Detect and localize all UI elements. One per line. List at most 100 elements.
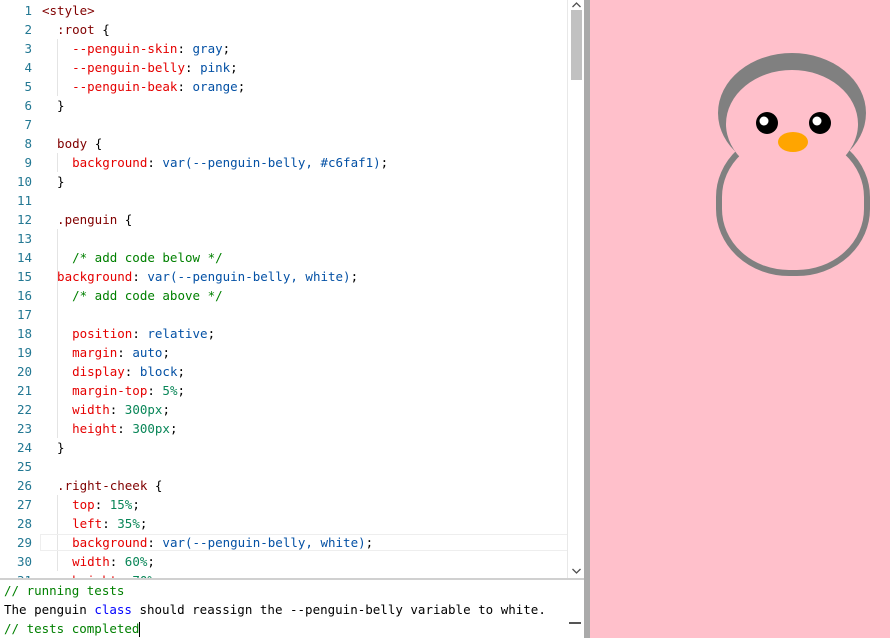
editor-scrollbar[interactable] <box>567 0 584 578</box>
code-line[interactable]: } <box>42 438 65 457</box>
editor-scrollbar-thumb[interactable] <box>571 10 582 80</box>
code-token: --penguin-belly <box>42 60 185 75</box>
code-line[interactable]: .right-cheek { <box>42 476 162 495</box>
code-token: : <box>132 326 148 341</box>
code-token: /* add code below */ <box>42 250 223 265</box>
line-number: 9 <box>24 155 32 170</box>
code-token: ; <box>350 269 359 284</box>
line-number: 16 <box>16 288 32 303</box>
line-number: 3 <box>24 41 32 56</box>
code-line[interactable]: /* add code below */ <box>42 248 223 267</box>
penguin-right-eye-shine <box>812 116 822 126</box>
line-number: 17 <box>16 307 32 322</box>
code-token: ; <box>132 497 140 512</box>
code-token: width <box>42 554 110 569</box>
console-scrollbar-thumb[interactable] <box>569 622 581 624</box>
code-line[interactable]: width: 300px; <box>42 400 170 419</box>
code-token: ; <box>162 402 170 417</box>
code-token: { <box>102 22 110 37</box>
code-token: width <box>42 402 110 417</box>
code-token: { <box>94 136 103 151</box>
code-token: auto <box>132 345 163 360</box>
code-line[interactable]: background: var(--penguin-belly, #c6faf1… <box>42 153 388 172</box>
line-number: 6 <box>24 98 32 113</box>
code-line[interactable]: <style> <box>42 1 95 20</box>
code-line[interactable]: display: block; <box>42 362 185 381</box>
code-token: var(--penguin-belly, #c6faf1) <box>162 155 381 170</box>
code-line[interactable]: margin-top: 5%; <box>42 381 185 400</box>
line-number: 24 <box>16 440 32 455</box>
code-line[interactable]: height: 300px; <box>42 419 177 438</box>
code-token: 300px <box>132 421 170 436</box>
code-token: var(--penguin-belly, white) <box>147 269 351 284</box>
code-token: ; <box>380 155 389 170</box>
code-line[interactable]: height: 70%; <box>42 571 162 578</box>
code-token: top <box>42 497 95 512</box>
line-number: 15 <box>16 269 32 284</box>
code-line[interactable]: --penguin-beak: orange; <box>42 77 245 96</box>
code-line[interactable]: margin: auto; <box>42 343 170 362</box>
console-scrollbar[interactable] <box>567 580 584 638</box>
code-token: 35% <box>117 516 140 531</box>
code-token: orange <box>192 79 238 94</box>
line-number: 11 <box>16 193 32 208</box>
line-number: 27 <box>16 497 32 512</box>
console-tests-completed: // tests completed <box>4 621 140 636</box>
code-line[interactable]: } <box>42 172 65 191</box>
code-token: ; <box>139 516 148 531</box>
code-token: : <box>117 421 133 436</box>
line-number-gutter: 1 2 3 4 5 6 7 8 9 10 11 12 13 14 15 16 17 18 19 20 21 22 23 24 2… <box>0 0 37 578</box>
line-number: 21 <box>16 383 32 398</box>
code-token: body <box>42 136 95 151</box>
code-token: pink <box>200 60 231 75</box>
line-number: 23 <box>16 421 32 436</box>
console-test-message: The penguin class should reassign the --… <box>4 600 546 619</box>
line-number: 18 <box>16 326 32 341</box>
code-line[interactable]: body { <box>42 134 102 153</box>
code-token: ; <box>237 79 246 94</box>
penguin-left-eye-shine <box>759 116 769 126</box>
code-line[interactable]: :root { <box>42 20 110 39</box>
code-line[interactable]: position: relative; <box>42 324 215 343</box>
code-token: margin <box>42 345 118 360</box>
code-token: background <box>42 155 148 170</box>
code-token: ; <box>365 535 374 550</box>
code-line[interactable]: --penguin-skin: gray; <box>42 39 230 58</box>
line-number: 30 <box>16 554 32 569</box>
code-token: margin-top <box>42 383 148 398</box>
line-number: 31 <box>0 571 32 578</box>
code-token: ; <box>177 383 186 398</box>
line-number: 10 <box>16 174 32 189</box>
code-line[interactable]: .penguin { <box>42 210 132 229</box>
line-number: 13 <box>16 231 32 246</box>
code-line[interactable]: top: 15%; <box>42 495 140 514</box>
console-test-message-keyword: class <box>94 602 132 617</box>
console-test-message-suffix: should reassign the --penguin-belly vari… <box>131 602 546 617</box>
code-line[interactable]: } <box>42 96 65 115</box>
console-running-tests: // running tests <box>4 583 125 598</box>
code-token: background <box>42 535 148 550</box>
penguin-face <box>726 70 858 178</box>
code-token: : <box>147 155 163 170</box>
code-token: ; <box>147 554 155 569</box>
code-line[interactable]: background: var(--penguin-belly, white); <box>42 533 373 552</box>
scroll-down-arrow-icon[interactable] <box>571 566 582 576</box>
code-line[interactable]: left: 35%; <box>42 514 147 533</box>
code-line[interactable]: --penguin-belly: pink; <box>42 58 238 77</box>
code-token: : <box>147 383 163 398</box>
code-token: ; <box>207 326 216 341</box>
code-token: ; <box>162 345 170 360</box>
code-token: relative <box>147 326 208 341</box>
scroll-up-arrow-icon[interactable] <box>571 0 582 10</box>
code-token: 15% <box>109 497 133 512</box>
test-output-console: // running tests The penguin class shoul… <box>0 578 584 638</box>
code-editor[interactable]: 1 2 3 4 5 6 7 8 9 10 11 12 13 14 15 16 17 18 19 20 21 22 23 24 2… <box>0 0 584 578</box>
line-number: 12 <box>16 212 32 227</box>
penguin-illustration <box>716 53 870 276</box>
code-line[interactable]: background: var(--penguin-belly, white); <box>42 267 358 286</box>
code-token: left <box>42 516 103 531</box>
code-token: : <box>109 402 125 417</box>
code-line[interactable]: /* add code above */ <box>42 286 223 305</box>
code-token: { <box>154 478 163 493</box>
code-line[interactable]: width: 60%; <box>42 552 155 571</box>
